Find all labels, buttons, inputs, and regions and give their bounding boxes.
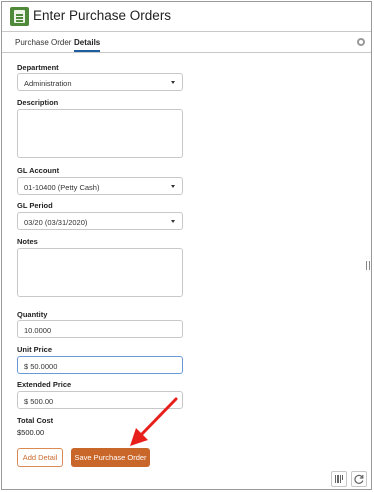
app-header: Enter Purchase Orders (2, 2, 371, 32)
description-textarea[interactable] (17, 109, 183, 158)
notes-textarea[interactable] (17, 248, 183, 297)
add-detail-button[interactable]: Add Detail (17, 448, 63, 467)
notes-label: Notes (17, 237, 38, 246)
tab-purchase-order[interactable]: Purchase Order (15, 38, 71, 47)
description-label: Description (17, 98, 59, 107)
refresh-icon[interactable] (351, 471, 367, 487)
tab-bar: Purchase Order Details (2, 33, 371, 53)
gl-account-select[interactable]: 01-10400 (Petty Cash) (17, 177, 183, 195)
total-cost-label: Total Cost (17, 416, 54, 425)
quantity-input[interactable]: 10.0000 (17, 320, 183, 338)
gl-period-label: GL Period (17, 201, 53, 210)
save-purchase-order-button[interactable]: Save Purchase Order (71, 448, 150, 467)
unit-price-input[interactable]: $ 50.0000 (17, 356, 183, 374)
page-title: Enter Purchase Orders (33, 8, 172, 23)
app-window: Enter Purchase Orders Purchase Order Det… (1, 1, 372, 490)
gear-icon[interactable] (357, 38, 365, 46)
gl-account-label: GL Account (17, 166, 60, 175)
barcode-icon[interactable] (331, 471, 347, 487)
extended-price-label: Extended Price (17, 380, 72, 389)
department-select[interactable]: Administration (17, 73, 183, 91)
spreadsheet-icon (10, 7, 29, 26)
resize-grip-icon[interactable] (366, 261, 371, 270)
quantity-label: Quantity (17, 310, 48, 319)
extended-price-input[interactable]: $ 500.00 (17, 391, 183, 409)
total-cost-value: $500.00 (17, 428, 45, 437)
department-label: Department (17, 63, 59, 72)
tab-details[interactable]: Details (74, 38, 101, 52)
gl-period-select[interactable]: 03/20 (03/31/2020) (17, 212, 183, 230)
unit-price-label: Unit Price (17, 345, 53, 354)
